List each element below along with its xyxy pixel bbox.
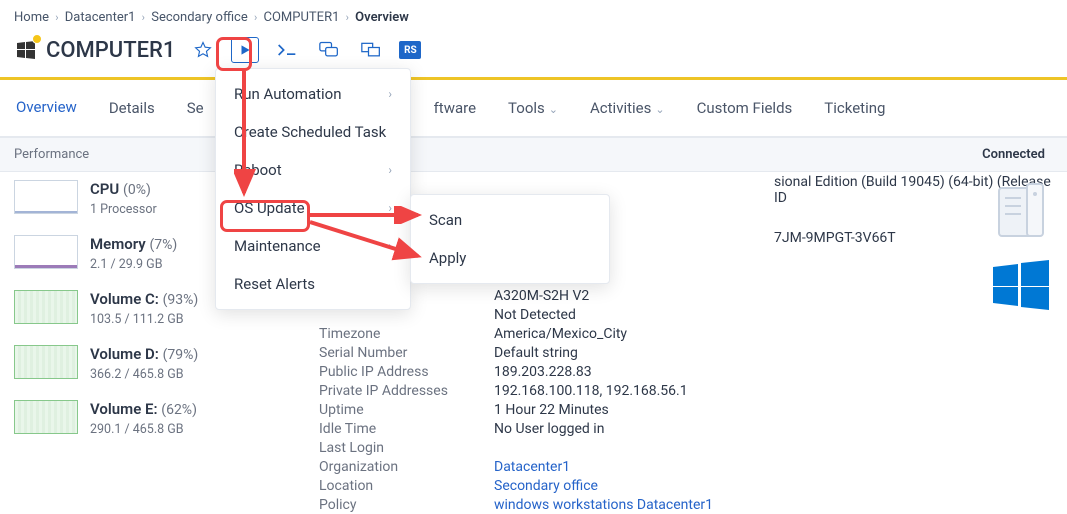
connected-status: Connected <box>982 147 1045 162</box>
performance-label: Performance <box>14 147 89 162</box>
chevron-right-icon: › <box>346 11 349 24</box>
screens-icon <box>361 42 381 58</box>
page-title: COMPUTER1 <box>46 38 175 63</box>
tab-software[interactable]: ftware <box>432 81 478 135</box>
breadcrumb-computer[interactable]: COMPUTER1 <box>264 10 340 25</box>
chevron-down-icon: ⌄ <box>655 103 664 116</box>
tab-ticketing[interactable]: Ticketing <box>822 81 887 135</box>
alert-badge <box>32 34 42 44</box>
public-ip-value: 189.203.228.83 <box>494 364 1067 380</box>
chevron-down-icon: ⌄ <box>549 103 558 116</box>
windows-logo-icon <box>993 260 1049 310</box>
tab-bar: Overview Details Se ftware Tools⌄ Activi… <box>0 80 1067 137</box>
run-menu-button[interactable] <box>231 37 259 63</box>
chevron-right-icon: › <box>254 11 257 24</box>
menu-reboot[interactable]: Reboot› <box>216 151 410 189</box>
chevron-right-icon: › <box>388 201 392 215</box>
sparkline-vol-e <box>14 400 78 434</box>
serial-value: Default string <box>494 345 1067 361</box>
tab-activities[interactable]: Activities⌄ <box>588 81 667 135</box>
play-icon <box>238 43 252 57</box>
star-icon <box>194 41 212 59</box>
remote-button[interactable] <box>357 37 385 63</box>
breadcrumb-home[interactable]: Home <box>14 10 49 25</box>
menu-os-update[interactable]: OS Update› <box>216 189 410 227</box>
chevron-right-icon: › <box>388 163 392 177</box>
breadcrumb-datacenter[interactable]: Datacenter1 <box>65 10 136 25</box>
submenu-scan[interactable]: Scan <box>411 201 609 239</box>
chat-button[interactable] <box>315 37 343 63</box>
uptime-value: 1 Hour 22 Minutes <box>494 402 1067 418</box>
chevron-right-icon: › <box>388 87 392 101</box>
chevron-right-icon: › <box>55 11 58 24</box>
tpm-value: Not Detected <box>494 307 1067 323</box>
sparkline-vol-d <box>14 345 78 379</box>
panel-header: Performance Connected <box>0 137 1067 172</box>
tab-se[interactable]: Se <box>185 81 206 135</box>
motherboard-value: A320M-S2H V2 <box>494 288 1067 304</box>
tab-tools[interactable]: Tools⌄ <box>506 81 560 135</box>
breadcrumb-current: Overview <box>355 10 409 25</box>
terminal-icon <box>277 42 297 58</box>
organization-link[interactable]: Datacenter1 <box>494 459 1067 475</box>
menu-reset-alerts[interactable]: Reset Alerts <box>216 265 410 303</box>
policy-link[interactable]: windows workstations Datacenter1 <box>494 497 1067 513</box>
breadcrumb: Home › Datacenter1 › Secondary office › … <box>0 0 1067 31</box>
menu-run-automation[interactable]: Run Automation› <box>216 75 410 113</box>
sparkline-cpu <box>14 180 78 214</box>
breadcrumb-office[interactable]: Secondary office <box>151 10 248 25</box>
metric-vol-d[interactable]: Volume D: (79%) 366.2 / 465.8 GB <box>14 345 291 382</box>
tab-overview[interactable]: Overview <box>14 80 79 136</box>
sparkline-vol-c <box>14 290 78 324</box>
idle-value: No User logged in <box>494 421 1067 437</box>
sparkline-memory <box>14 235 78 269</box>
windows-icon <box>14 38 38 62</box>
submenu-apply[interactable]: Apply <box>411 239 609 277</box>
favorite-button[interactable] <box>189 37 217 63</box>
metric-vol-e[interactable]: Volume E: (62%) 290.1 / 465.8 GB <box>14 400 291 437</box>
server-icon <box>993 182 1049 242</box>
run-menu: Run Automation› Create Scheduled Task Re… <box>215 68 411 310</box>
chevron-right-icon: › <box>388 239 392 253</box>
rs-icon: RS <box>404 45 417 56</box>
tab-custom-fields[interactable]: Custom Fields <box>695 81 795 135</box>
menu-create-scheduled-task[interactable]: Create Scheduled Task <box>216 113 410 151</box>
tab-details[interactable]: Details <box>107 81 157 135</box>
chevron-right-icon: › <box>142 11 145 24</box>
menu-maintenance[interactable]: Maintenance› <box>216 227 410 265</box>
os-update-submenu: Scan Apply <box>410 194 610 284</box>
rs-button[interactable]: RS <box>399 41 421 59</box>
terminal-button[interactable] <box>273 37 301 63</box>
lastlogin-value <box>494 440 1067 456</box>
title-row: COMPUTER1 RS <box>0 31 1067 77</box>
location-link[interactable]: Secondary office <box>494 478 1067 494</box>
private-ip-value: 192.168.100.118, 192.168.56.1 <box>494 383 1067 399</box>
timezone-value: America/Mexico_City <box>494 326 1067 342</box>
chat-icon <box>319 41 339 59</box>
